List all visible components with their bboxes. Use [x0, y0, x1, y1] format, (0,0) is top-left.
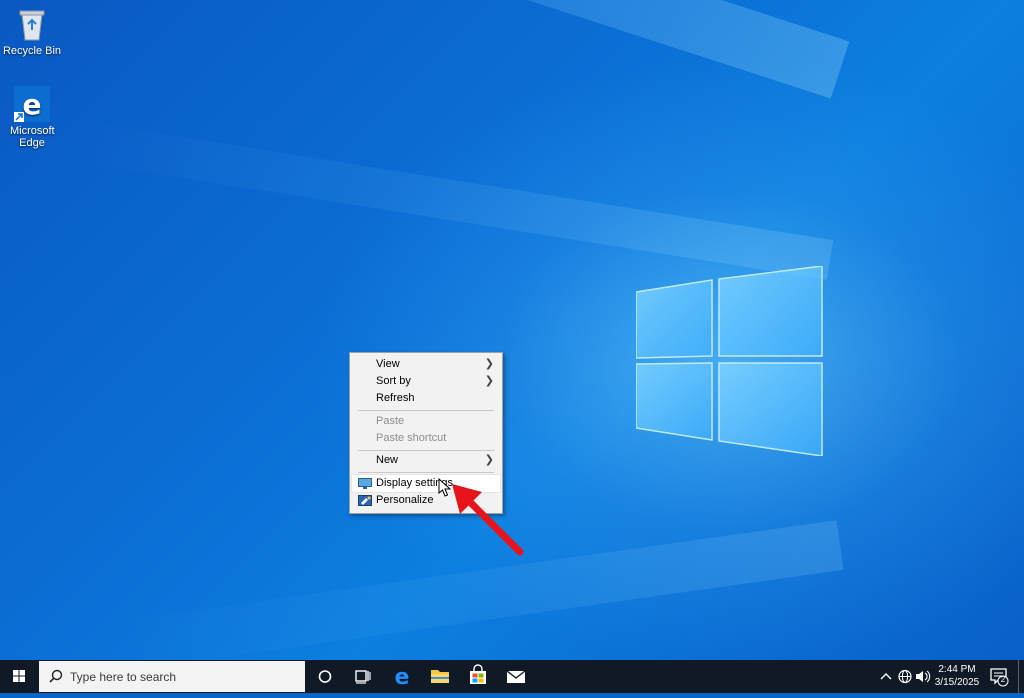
taskbar-mail-button[interactable]: [497, 660, 535, 693]
menu-item-refresh[interactable]: Refresh: [352, 390, 500, 407]
notification-count-badge: 2: [1000, 675, 1006, 684]
taskbar-store-button[interactable]: [459, 660, 497, 693]
menu-item-new[interactable]: New ❯: [352, 452, 500, 469]
menu-item-label: Sort by: [376, 375, 411, 387]
menu-separator: [358, 472, 494, 473]
chevron-right-icon: ❯: [484, 358, 494, 370]
task-view-icon: [355, 670, 371, 684]
search-placeholder: Type here to search: [70, 670, 177, 684]
taskbar-edge-button[interactable]: e: [383, 660, 421, 693]
folder-icon: [431, 670, 449, 683]
action-center-button[interactable]: 2: [986, 660, 1012, 693]
windows-start-icon: [13, 670, 25, 682]
menu-item-paste[interactable]: Paste: [352, 413, 500, 430]
cortana-button[interactable]: [306, 660, 344, 693]
task-view-button[interactable]: [344, 660, 382, 693]
menu-item-label: Personalize: [376, 494, 434, 506]
network-button[interactable]: [896, 660, 914, 693]
windows-logo-wallpaper: [636, 266, 823, 456]
clock-date: 3/15/2025: [934, 677, 980, 688]
taskbar: Type here to search e 2:44 PM 3/15/2025 …: [0, 660, 1024, 693]
taskbar-clock[interactable]: 2:44 PM 3/15/2025: [930, 663, 984, 689]
annotation-arrow-icon: [452, 484, 524, 556]
clock-time: 2:44 PM: [938, 664, 976, 675]
edge-icon: e: [395, 665, 410, 690]
store-bag-icon: [470, 664, 486, 684]
menu-separator: [358, 450, 494, 451]
menu-item-sort-by[interactable]: Sort by ❯: [352, 373, 500, 390]
taskbar-file-explorer-button[interactable]: [421, 660, 459, 693]
display-icon: [358, 478, 372, 489]
recycle-bin-icon: [14, 6, 50, 42]
svg-text:e: e: [395, 665, 410, 690]
show-hidden-icons-button[interactable]: [876, 660, 896, 693]
start-button[interactable]: [0, 660, 38, 693]
edge-icon: e: [14, 86, 50, 122]
globe-network-icon: [898, 669, 912, 684]
menu-item-view[interactable]: View ❯: [352, 356, 500, 373]
desktop-icon-label: Recycle Bin: [2, 45, 62, 57]
desktop-icon-recycle-bin[interactable]: Recycle Bin: [0, 6, 64, 57]
mail-icon: [506, 670, 526, 683]
menu-item-label: Refresh: [376, 392, 415, 404]
menu-item-label: View: [376, 358, 400, 370]
show-desktop-button[interactable]: [1018, 660, 1024, 693]
menu-item-label: New: [376, 454, 399, 466]
chevron-right-icon: ❯: [484, 454, 494, 466]
search-icon: [49, 669, 63, 683]
notification-icon: [990, 668, 1009, 687]
cortana-circle-icon: [318, 670, 332, 683]
chevron-right-icon: ❯: [484, 375, 494, 387]
personalize-icon: [358, 495, 372, 506]
desktop[interactable]: Recycle Bin e Microsoft Edge View ❯ Sort…: [0, 0, 1024, 660]
chevron-up-icon: [880, 673, 892, 680]
menu-item-label: Paste: [376, 415, 405, 427]
menu-separator: [358, 410, 494, 411]
menu-item-label: Paste shortcut: [376, 432, 447, 444]
menu-item-paste-shortcut[interactable]: Paste shortcut: [352, 430, 500, 447]
desktop-icon-microsoft-edge[interactable]: e Microsoft Edge: [0, 86, 64, 149]
desktop-icon-label: Microsoft Edge: [10, 125, 55, 149]
taskbar-search-box[interactable]: Type here to search: [39, 661, 305, 692]
svg-text:e: e: [23, 88, 42, 121]
